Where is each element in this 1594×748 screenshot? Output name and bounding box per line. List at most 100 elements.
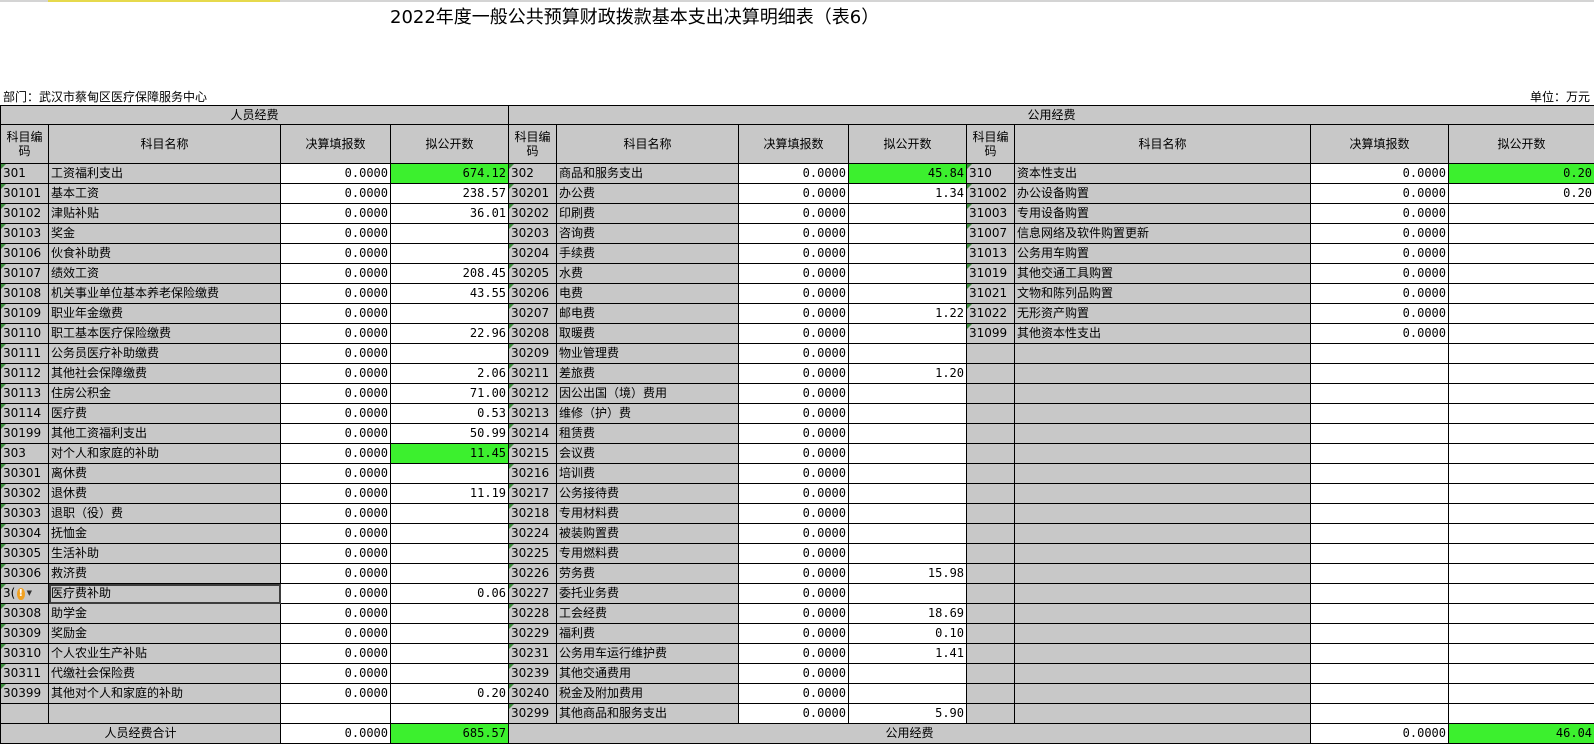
- personnel-reported-cell[interactable]: 0.0000: [280, 403, 391, 424]
- capital-reported-cell[interactable]: [1310, 403, 1450, 424]
- goods-code-cell[interactable]: 30229: [508, 623, 558, 644]
- personnel-reported-cell[interactable]: 0.0000: [280, 343, 391, 364]
- capital-disclosed-cell[interactable]: [1448, 243, 1594, 264]
- personnel-name-cell[interactable]: 救济费: [48, 563, 281, 584]
- goods-code-cell[interactable]: 30212: [508, 383, 558, 404]
- goods-reported-cell[interactable]: 0.0000: [738, 423, 850, 444]
- goods-reported-cell[interactable]: 0.0000: [738, 583, 850, 604]
- capital-reported-cell[interactable]: 0.0000: [1310, 163, 1450, 184]
- goods-reported-cell[interactable]: 0.0000: [738, 603, 850, 624]
- capital-reported-cell[interactable]: [1310, 603, 1450, 624]
- personnel-name-cell[interactable]: 机关事业单位基本养老保险缴费: [48, 283, 281, 304]
- personnel-reported-cell[interactable]: 0.0000: [280, 483, 391, 504]
- capital-reported-cell[interactable]: [1310, 643, 1450, 664]
- capital-code-cell[interactable]: [966, 623, 1016, 644]
- capital-name-cell[interactable]: [1014, 583, 1312, 604]
- personnel-code-cell[interactable]: 30199: [0, 423, 49, 444]
- capital-code-cell[interactable]: 31003: [966, 203, 1016, 224]
- personnel-code-cell[interactable]: 30309: [0, 623, 49, 644]
- personnel-name-cell[interactable]: 抚恤金: [48, 523, 281, 544]
- public-total-reported[interactable]: 0.0000: [1310, 723, 1450, 744]
- goods-reported-cell[interactable]: 0.0000: [738, 223, 850, 244]
- header-reported[interactable]: 决算填报数: [280, 124, 391, 164]
- capital-reported-cell[interactable]: 0.0000: [1310, 223, 1450, 244]
- personnel-name-cell[interactable]: 医疗费补助: [48, 583, 281, 604]
- public-total-label[interactable]: 公用经费: [508, 723, 1312, 744]
- personnel-name-cell[interactable]: 住房公积金: [48, 383, 281, 404]
- capital-code-cell[interactable]: 31019: [966, 263, 1016, 284]
- personnel-code-cell[interactable]: 30102: [0, 203, 49, 224]
- goods-code-cell[interactable]: 30204: [508, 243, 558, 264]
- personnel-disclosed-cell[interactable]: 238.57: [389, 183, 510, 204]
- personnel-name-cell[interactable]: 职业年金缴费: [48, 303, 281, 324]
- capital-disclosed-cell[interactable]: [1448, 543, 1594, 564]
- capital-reported-cell[interactable]: [1310, 443, 1450, 464]
- personnel-code-cell[interactable]: 30103: [0, 223, 49, 244]
- capital-disclosed-cell[interactable]: [1448, 463, 1594, 484]
- header-name[interactable]: 科目名称: [1014, 124, 1312, 164]
- header-reported[interactable]: 决算填报数: [1310, 124, 1450, 164]
- personnel-disclosed-cell[interactable]: [389, 503, 510, 524]
- goods-disclosed-cell[interactable]: [848, 663, 968, 684]
- goods-name-cell[interactable]: 咨询费: [556, 223, 740, 244]
- goods-name-cell[interactable]: 印刷费: [556, 203, 740, 224]
- goods-disclosed-cell[interactable]: 1.41: [848, 643, 968, 664]
- goods-reported-cell[interactable]: 0.0000: [738, 523, 850, 544]
- goods-reported-cell[interactable]: 0.0000: [738, 163, 850, 184]
- goods-name-cell[interactable]: 邮电费: [556, 303, 740, 324]
- personnel-disclosed-cell[interactable]: [389, 603, 510, 624]
- capital-name-cell[interactable]: [1014, 663, 1312, 684]
- goods-code-cell[interactable]: 30231: [508, 643, 558, 664]
- capital-reported-cell[interactable]: [1310, 703, 1450, 724]
- personnel-code-cell[interactable]: 301: [0, 163, 49, 184]
- goods-reported-cell[interactable]: 0.0000: [738, 663, 850, 684]
- capital-code-cell[interactable]: [966, 643, 1016, 664]
- capital-disclosed-cell[interactable]: [1448, 703, 1594, 724]
- capital-name-cell[interactable]: 其他交通工具购置: [1014, 263, 1312, 284]
- goods-disclosed-cell[interactable]: [848, 403, 968, 424]
- capital-reported-cell[interactable]: [1310, 563, 1450, 584]
- capital-reported-cell[interactable]: 0.0000: [1310, 303, 1450, 324]
- personnel-code-cell[interactable]: 30113: [0, 383, 49, 404]
- capital-code-cell[interactable]: [966, 543, 1016, 564]
- personnel-name-cell[interactable]: 奖金: [48, 223, 281, 244]
- capital-name-cell[interactable]: [1014, 463, 1312, 484]
- capital-code-cell[interactable]: 31022: [966, 303, 1016, 324]
- goods-reported-cell[interactable]: 0.0000: [738, 503, 850, 524]
- capital-disclosed-cell[interactable]: 0.20: [1448, 163, 1594, 184]
- goods-name-cell[interactable]: 被装购置费: [556, 523, 740, 544]
- capital-name-cell[interactable]: 信息网络及软件购置更新: [1014, 223, 1312, 244]
- personnel-reported-cell[interactable]: 0.0000: [280, 303, 391, 324]
- personnel-code-cell[interactable]: 30303: [0, 503, 49, 524]
- goods-name-cell[interactable]: 水费: [556, 263, 740, 284]
- goods-name-cell[interactable]: 差旅费: [556, 363, 740, 384]
- personnel-disclosed-cell[interactable]: [389, 563, 510, 584]
- goods-reported-cell[interactable]: 0.0000: [738, 323, 850, 344]
- capital-disclosed-cell[interactable]: 0.20: [1448, 183, 1594, 204]
- goods-reported-cell[interactable]: 0.0000: [738, 403, 850, 424]
- goods-reported-cell[interactable]: 0.0000: [738, 643, 850, 664]
- goods-code-cell[interactable]: 30213: [508, 403, 558, 424]
- capital-reported-cell[interactable]: [1310, 483, 1450, 504]
- goods-reported-cell[interactable]: 0.0000: [738, 463, 850, 484]
- personnel-disclosed-cell[interactable]: [389, 643, 510, 664]
- personnel-disclosed-cell[interactable]: [389, 663, 510, 684]
- goods-reported-cell[interactable]: 0.0000: [738, 243, 850, 264]
- capital-reported-cell[interactable]: [1310, 423, 1450, 444]
- goods-reported-cell[interactable]: 0.0000: [738, 343, 850, 364]
- personnel-reported-cell[interactable]: 0.0000: [280, 683, 391, 704]
- personnel-name-cell[interactable]: 工资福利支出: [48, 163, 281, 184]
- goods-code-cell[interactable]: 30201: [508, 183, 558, 204]
- personnel-reported-cell[interactable]: 0.0000: [280, 203, 391, 224]
- capital-code-cell[interactable]: 31013: [966, 243, 1016, 264]
- personnel-disclosed-cell[interactable]: 2.06: [389, 363, 510, 384]
- capital-reported-cell[interactable]: 0.0000: [1310, 323, 1450, 344]
- header-reported[interactable]: 决算填报数: [738, 124, 850, 164]
- goods-code-cell[interactable]: 30216: [508, 463, 558, 484]
- goods-code-cell[interactable]: 30206: [508, 283, 558, 304]
- goods-code-cell[interactable]: 30240: [508, 683, 558, 704]
- personnel-reported-cell[interactable]: 0.0000: [280, 663, 391, 684]
- personnel-reported-cell[interactable]: 0.0000: [280, 543, 391, 564]
- capital-disclosed-cell[interactable]: [1448, 363, 1594, 384]
- personnel-reported-cell[interactable]: 0.0000: [280, 163, 391, 184]
